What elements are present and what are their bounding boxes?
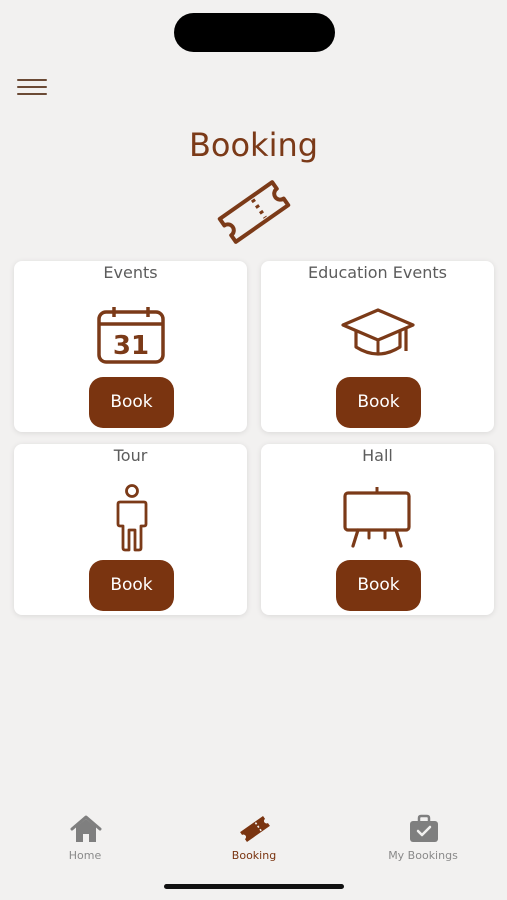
home-indicator <box>164 884 344 889</box>
book-hall-button[interactable]: Book <box>336 560 421 611</box>
card-title: Events <box>103 263 158 282</box>
tab-booking-label: Booking <box>231 849 277 862</box>
tab-my-bookings-label: My Bookings <box>388 849 458 862</box>
tab-home-label: Home <box>68 849 102 862</box>
home-icon <box>70 815 102 842</box>
ticket-icon <box>240 816 270 842</box>
tab-my-bookings[interactable]: My Bookings <box>363 808 483 868</box>
ticket-icon <box>217 180 291 244</box>
card-hall: Hall Book <box>261 444 494 615</box>
card-events: Events 31 Book <box>14 261 247 432</box>
card-title: Tour <box>113 446 148 465</box>
device-notch <box>174 13 335 52</box>
page-title: Booking <box>188 126 319 164</box>
briefcase-check-icon <box>410 814 438 842</box>
menu-button[interactable] <box>17 79 47 97</box>
tab-home[interactable]: Home <box>25 808 145 868</box>
tab-booking[interactable]: Booking <box>194 808 314 868</box>
book-education-events-button[interactable]: Book <box>336 377 421 428</box>
book-events-button[interactable]: Book <box>89 377 174 428</box>
graduation-cap-icon <box>341 308 415 356</box>
card-education-events: Education Events Book <box>261 261 494 432</box>
card-tour: Tour Book <box>14 444 247 615</box>
calendar-day-text: 31 <box>113 331 149 361</box>
easel-board-icon <box>343 487 411 548</box>
book-tour-button[interactable]: Book <box>89 560 174 611</box>
card-title: Hall <box>362 446 393 465</box>
calendar-icon: 31 <box>97 307 165 364</box>
person-icon <box>116 484 148 552</box>
card-title: Education Events <box>308 263 447 282</box>
